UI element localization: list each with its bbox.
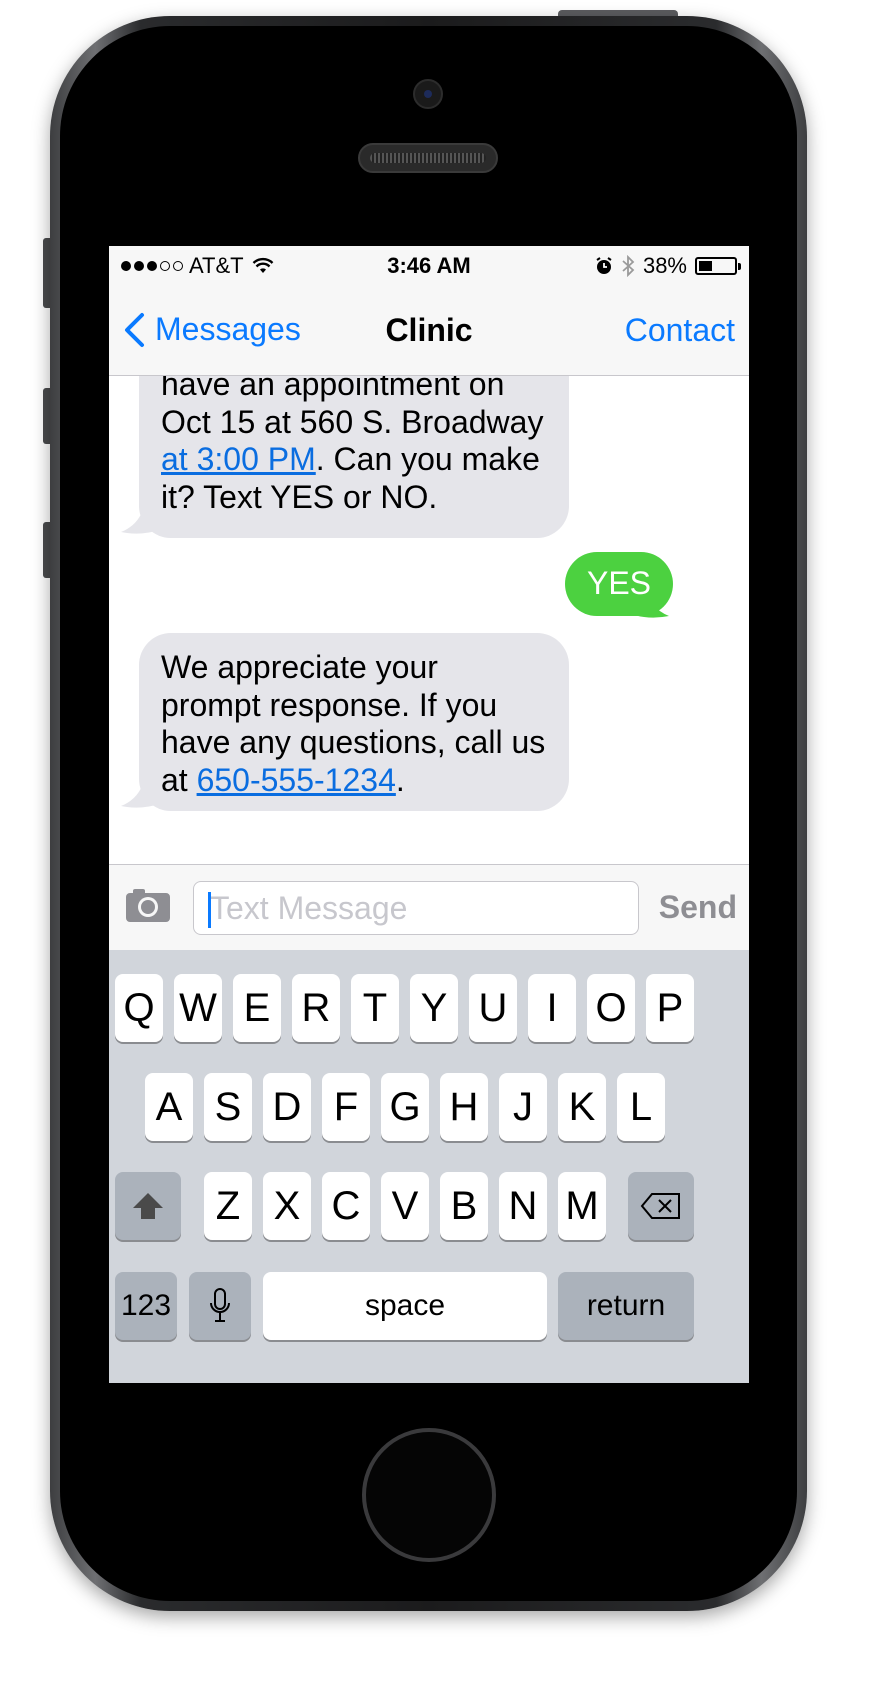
space-key[interactable]: space — [263, 1272, 547, 1340]
key-v[interactable]: V — [381, 1172, 429, 1240]
key-i[interactable]: I — [528, 974, 576, 1042]
front-camera — [413, 79, 443, 109]
key-p[interactable]: P — [646, 974, 694, 1042]
message-thread[interactable]: have an appointment on Oct 15 at 560 S. … — [109, 376, 749, 864]
status-bar: AT&T 3:46 AM 38% — [109, 246, 749, 286]
key-j[interactable]: J — [499, 1073, 547, 1141]
key-s[interactable]: S — [204, 1073, 252, 1141]
navigation-bar: Messages Clinic Contact — [109, 286, 749, 376]
screen: AT&T 3:46 AM 38% Messages Clinic Contact… — [109, 246, 749, 1383]
key-u[interactable]: U — [469, 974, 517, 1042]
alarm-icon — [596, 257, 612, 274]
message-composer: Text Message Send — [109, 864, 749, 950]
key-t[interactable]: T — [351, 974, 399, 1042]
key-b[interactable]: B — [440, 1172, 488, 1240]
message-input-placeholder: Text Message — [210, 890, 408, 926]
camera-icon[interactable] — [125, 887, 171, 923]
key-r[interactable]: R — [292, 974, 340, 1042]
time-link[interactable]: at 3:00 PM — [161, 441, 316, 477]
keyboard: 123 space return QWERTYUIOP ASDFGHJKL ZXCV… — [109, 950, 749, 1383]
incoming-message[interactable]: We appreciate your prompt response. If y… — [139, 633, 569, 811]
key-m[interactable]: M — [558, 1172, 606, 1240]
shift-key[interactable] — [115, 1172, 181, 1240]
shift-icon — [133, 1193, 163, 1219]
outgoing-message[interactable]: YES — [565, 552, 673, 616]
incoming-message[interactable]: have an appointment on Oct 15 at 560 S. … — [139, 376, 569, 538]
text-cursor — [208, 892, 211, 928]
key-x[interactable]: X — [263, 1172, 311, 1240]
key-f[interactable]: F — [322, 1073, 370, 1141]
send-button[interactable]: Send — [659, 889, 737, 926]
return-key[interactable]: return — [558, 1272, 694, 1340]
dictation-key[interactable] — [189, 1272, 251, 1340]
key-l[interactable]: L — [617, 1073, 665, 1141]
battery-percent: 38% — [642, 253, 687, 278]
earpiece-speaker — [358, 143, 498, 173]
key-d[interactable]: D — [263, 1073, 311, 1141]
backspace-icon — [640, 1193, 680, 1219]
key-o[interactable]: O — [587, 974, 635, 1042]
key-q[interactable]: Q — [115, 974, 163, 1042]
key-a[interactable]: A — [145, 1073, 193, 1141]
key-c[interactable]: C — [322, 1172, 370, 1240]
key-w[interactable]: W — [174, 974, 222, 1042]
phone-number-link[interactable]: 650-555-1234 — [197, 762, 396, 798]
key-k[interactable]: K — [558, 1073, 606, 1141]
message-input[interactable]: Text Message — [193, 881, 639, 935]
numbers-key[interactable]: 123 — [115, 1272, 177, 1340]
microphone-icon — [210, 1288, 230, 1322]
key-h[interactable]: H — [440, 1073, 488, 1141]
battery-icon — [695, 257, 741, 275]
home-button[interactable] — [362, 1428, 496, 1562]
key-e[interactable]: E — [233, 974, 281, 1042]
key-g[interactable]: G — [381, 1073, 429, 1141]
delete-key[interactable] — [628, 1172, 694, 1240]
key-z[interactable]: Z — [204, 1172, 252, 1240]
battery-level — [699, 261, 712, 271]
bluetooth-icon — [622, 255, 635, 277]
key-y[interactable]: Y — [410, 974, 458, 1042]
key-n[interactable]: N — [499, 1172, 547, 1240]
phone-mockup: AT&T 3:46 AM 38% Messages Clinic Contact… — [0, 0, 877, 1699]
contact-button[interactable]: Contact — [625, 312, 735, 349]
